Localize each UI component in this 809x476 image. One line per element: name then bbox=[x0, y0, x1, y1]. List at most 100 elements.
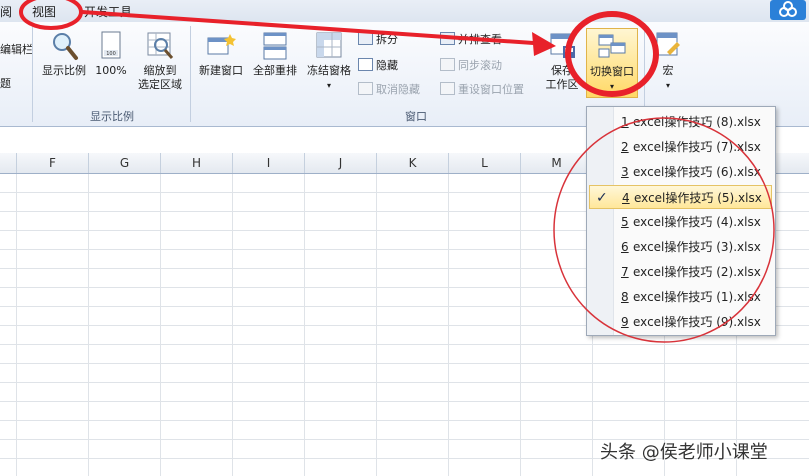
menu-item-number: 4 bbox=[622, 191, 630, 205]
macro-icon bbox=[653, 30, 683, 62]
switch-windows-icon bbox=[597, 31, 627, 63]
hide-button[interactable]: 隐藏 bbox=[358, 58, 398, 74]
switch-windows-menu: 1 excel操作技巧 (8).xlsx 2 excel操作技巧 (7).xls… bbox=[586, 106, 776, 336]
menu-item-filename: excel操作技巧 (8).xlsx bbox=[633, 115, 761, 129]
menu-item-window-2[interactable]: 2 excel操作技巧 (7).xlsx bbox=[589, 135, 772, 159]
hide-label: 隐藏 bbox=[376, 59, 398, 72]
menu-item-filename: excel操作技巧 (3).xlsx bbox=[633, 240, 761, 254]
menu-item-number: 7 bbox=[621, 265, 629, 279]
menu-item-window-1[interactable]: 1 excel操作技巧 (8).xlsx bbox=[589, 110, 772, 134]
unhide-button[interactable]: 取消隐藏 bbox=[358, 82, 420, 98]
menu-item-filename: excel操作技巧 (9).xlsx bbox=[633, 315, 761, 329]
chevron-down-icon: ▾ bbox=[609, 82, 614, 91]
freeze-panes-label: 冻结窗格 bbox=[307, 64, 351, 77]
column-header[interactable]: J bbox=[305, 153, 377, 173]
menu-item-filename: excel操作技巧 (2).xlsx bbox=[633, 265, 761, 279]
unhide-label: 取消隐藏 bbox=[376, 83, 420, 96]
menu-item-number: 1 bbox=[621, 115, 629, 129]
grid-line bbox=[0, 363, 809, 364]
reset-window-position-button[interactable]: 重设窗口位置 bbox=[440, 82, 524, 98]
column-header[interactable]: L bbox=[449, 153, 521, 173]
svg-text:100: 100 bbox=[106, 51, 116, 57]
hide-icon bbox=[358, 58, 373, 71]
checkmark-icon: ✓ bbox=[596, 190, 608, 206]
zoom-to-selection-button[interactable]: 缩放到 选定区域 bbox=[134, 30, 186, 92]
menu-item-window-5[interactable]: 5 excel操作技巧 (4).xlsx bbox=[589, 210, 772, 234]
save-workspace-line2: 工作区 bbox=[545, 78, 579, 91]
menu-item-filename: excel操作技巧 (1).xlsx bbox=[633, 290, 761, 304]
unhide-icon bbox=[358, 82, 373, 95]
chevron-down-icon: ▾ bbox=[665, 81, 670, 90]
save-workspace-button[interactable]: 保存 工作区 bbox=[540, 30, 584, 92]
zoom-group-label: 显示比例 bbox=[90, 110, 134, 123]
menu-item-number: 5 bbox=[621, 215, 629, 229]
ribbon-tab-bar: 阅 视图 开发工具 bbox=[0, 0, 809, 23]
sync-scroll-button[interactable]: 同步滚动 bbox=[440, 58, 502, 74]
zoom-selection-line2: 选定区域 bbox=[138, 78, 182, 91]
macros-label: 宏 bbox=[662, 64, 674, 77]
column-header[interactable]: K bbox=[377, 153, 449, 173]
tab-developer[interactable]: 开发工具 bbox=[84, 3, 132, 20]
switch-windows-button[interactable]: 切换窗口 ▾ bbox=[586, 28, 638, 98]
tab-view[interactable]: 视图 bbox=[32, 3, 56, 20]
magnifier-icon bbox=[49, 30, 79, 62]
freeze-panes-icon bbox=[314, 30, 344, 62]
menu-item-filename: excel操作技巧 (5).xlsx bbox=[634, 191, 762, 205]
grid-line bbox=[0, 420, 809, 421]
menu-item-window-8[interactable]: 8 excel操作技巧 (1).xlsx bbox=[589, 285, 772, 309]
menu-item-number: 9 bbox=[621, 315, 629, 329]
column-header[interactable]: H bbox=[161, 153, 233, 173]
split-icon bbox=[358, 32, 373, 45]
zoom-100-label: 100% bbox=[95, 64, 127, 77]
menu-item-number: 3 bbox=[621, 165, 629, 179]
zoom-100-button[interactable]: 100 100% bbox=[92, 30, 130, 78]
zoom-label: 显示比例 bbox=[42, 64, 86, 77]
sync-scroll-label: 同步滚动 bbox=[458, 59, 502, 72]
view-side-by-side-button[interactable]: 并排查看 bbox=[440, 32, 502, 48]
reset-position-icon bbox=[440, 82, 455, 95]
menu-item-number: 2 bbox=[621, 140, 629, 154]
new-window-icon bbox=[206, 30, 236, 62]
menu-item-number: 8 bbox=[621, 290, 629, 304]
arrange-all-button[interactable]: 全部重排 bbox=[248, 30, 302, 78]
freeze-panes-button[interactable]: 冻结窗格 ▾ bbox=[302, 30, 356, 93]
zoom-button[interactable]: 显示比例 bbox=[38, 30, 90, 78]
document-100-icon: 100 bbox=[99, 30, 123, 62]
menu-item-window-3[interactable]: 3 excel操作技巧 (6).xlsx bbox=[589, 160, 772, 184]
split-button[interactable]: 拆分 bbox=[358, 32, 398, 48]
arrange-all-label: 全部重排 bbox=[253, 64, 297, 77]
cloud-icon[interactable] bbox=[770, 0, 806, 20]
sync-scroll-icon bbox=[440, 58, 455, 71]
menu-item-window-6[interactable]: 6 excel操作技巧 (3).xlsx bbox=[589, 235, 772, 259]
zoom-selection-icon bbox=[145, 30, 175, 62]
macros-button[interactable]: 宏 ▾ bbox=[650, 30, 686, 93]
watermark: 头条 @侯老师小课堂 bbox=[600, 442, 768, 463]
zoom-selection-line1: 缩放到 bbox=[143, 64, 177, 77]
switch-windows-label: 切换窗口 bbox=[590, 65, 634, 78]
column-header-partial[interactable] bbox=[0, 153, 17, 173]
menu-item-window-9[interactable]: 9 excel操作技巧 (9).xlsx bbox=[589, 310, 772, 334]
formula-bar-toggle[interactable]: 编辑栏 bbox=[0, 42, 33, 58]
new-window-button[interactable]: 新建窗口 bbox=[194, 30, 248, 78]
column-header[interactable]: G bbox=[89, 153, 161, 173]
column-header[interactable]: I bbox=[233, 153, 305, 173]
save-workspace-icon bbox=[547, 30, 577, 62]
menu-item-filename: excel操作技巧 (7).xlsx bbox=[633, 140, 761, 154]
reset-position-label: 重设窗口位置 bbox=[458, 83, 524, 96]
window-group-label: 窗口 bbox=[405, 110, 427, 123]
chevron-down-icon: ▾ bbox=[326, 81, 331, 90]
menu-item-window-4[interactable]: ✓ 4 excel操作技巧 (5).xlsx bbox=[589, 185, 772, 209]
tab-review-partial[interactable]: 阅 bbox=[0, 3, 12, 20]
menu-item-filename: excel操作技巧 (4).xlsx bbox=[633, 215, 761, 229]
group-separator bbox=[190, 26, 191, 122]
column-header[interactable]: F bbox=[17, 153, 89, 173]
grid-line bbox=[0, 401, 809, 402]
side-by-side-label: 并排查看 bbox=[458, 33, 502, 46]
menu-item-window-7[interactable]: 7 excel操作技巧 (2).xlsx bbox=[589, 260, 772, 284]
headings-toggle[interactable]: 题 bbox=[0, 76, 11, 92]
split-label: 拆分 bbox=[376, 33, 398, 46]
side-by-side-icon bbox=[440, 32, 455, 45]
menu-item-number: 6 bbox=[621, 240, 629, 254]
grid-line bbox=[0, 344, 809, 345]
column-header[interactable]: M bbox=[521, 153, 593, 173]
